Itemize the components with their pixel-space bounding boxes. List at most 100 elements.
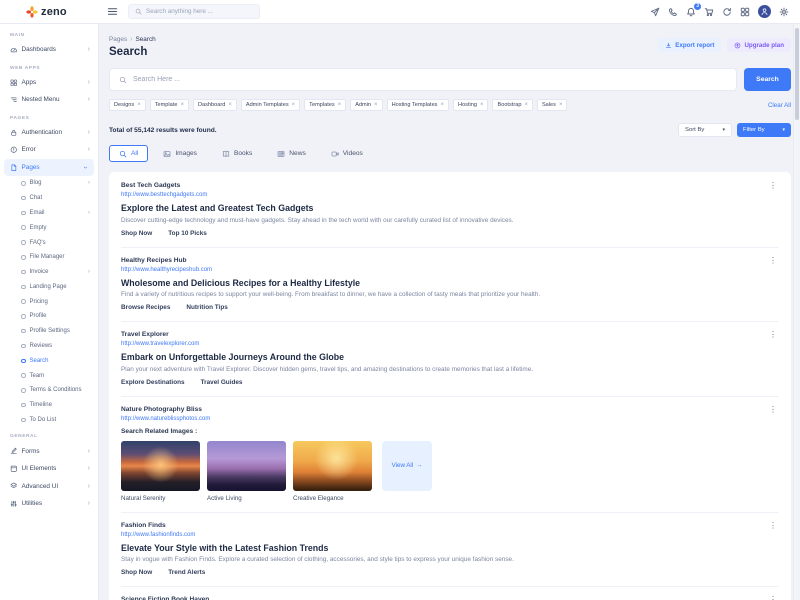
sidebar-subitem-file-manager[interactable]: File Manager xyxy=(0,250,98,265)
sidebar-subitem-reviews[interactable]: Reviews xyxy=(0,339,98,354)
search-button[interactable]: Search xyxy=(744,68,791,91)
result-link[interactable]: Travel Guides xyxy=(201,379,243,386)
remove-filter-icon[interactable]: × xyxy=(292,102,296,108)
filter-chip-templates[interactable]: Templates× xyxy=(304,99,346,111)
sidebar-subitem-blog[interactable]: Blog› xyxy=(0,176,98,191)
filter-chip-sales[interactable]: Sales× xyxy=(537,99,568,111)
filter-chip-admin[interactable]: Admin× xyxy=(350,99,382,111)
sidebar-item-pages[interactable]: Pages› xyxy=(4,159,94,177)
result-headline[interactable]: Elevate Your Style with the Latest Fashi… xyxy=(121,543,779,553)
sidebar-subitem-profile[interactable]: Profile xyxy=(0,309,98,324)
more-options-icon[interactable]: ⋮ xyxy=(767,406,779,414)
sidebar-subitem-chat[interactable]: Chat xyxy=(0,191,98,206)
result-link[interactable]: Browse Recipes xyxy=(121,304,170,311)
sidebar-subitem-invoice[interactable]: Invoice› xyxy=(0,265,98,280)
sidebar-item-authentication[interactable]: Authentication› xyxy=(0,124,98,142)
filter-chip-hosting-templates[interactable]: Hosting Templates× xyxy=(387,99,449,111)
tab-images[interactable]: Images xyxy=(153,145,207,162)
user-avatar[interactable] xyxy=(758,5,771,18)
sidebar-subitem-terms-conditions[interactable]: Terms & Conditions xyxy=(0,383,98,398)
sidebar-subitem-timeline[interactable]: Timeline xyxy=(0,398,98,413)
filter-chip-hosting[interactable]: Hosting× xyxy=(453,99,488,111)
sidebar-subitem-empty[interactable]: Empty xyxy=(0,220,98,235)
image-thumbnail[interactable] xyxy=(207,441,286,491)
view-all-button[interactable]: View All→ xyxy=(382,441,432,491)
sidebar-item-error[interactable]: Error› xyxy=(0,141,98,159)
tab-news[interactable]: News xyxy=(267,145,316,162)
result-link[interactable]: Trend Alerts xyxy=(168,569,205,576)
scrollbar-thumb[interactable] xyxy=(795,28,799,120)
sidebar-subitem-pricing[interactable]: Pricing xyxy=(0,294,98,309)
remove-filter-icon[interactable]: × xyxy=(228,102,232,108)
sidebar-subitem-profile-settings[interactable]: Profile Settings xyxy=(0,324,98,339)
remove-filter-icon[interactable]: × xyxy=(440,102,444,108)
sidebar-subitem-faq-s[interactable]: FAQ's xyxy=(0,235,98,250)
remove-filter-icon[interactable]: × xyxy=(374,102,378,108)
results-search-input[interactable] xyxy=(133,76,727,83)
result-link[interactable]: Shop Now xyxy=(121,569,152,576)
sidebar-item-nested-menu[interactable]: Nested Menu› xyxy=(0,91,98,109)
result-url[interactable]: http://www.fashionfinds.com xyxy=(121,532,779,538)
more-options-icon[interactable]: ⋮ xyxy=(767,182,779,190)
global-search-input[interactable] xyxy=(146,8,253,15)
sidebar-item-dashboards[interactable]: Dashboards› xyxy=(0,41,98,59)
image-thumbnail[interactable] xyxy=(293,441,372,491)
sidebar-subitem-landing-page[interactable]: Landing Page xyxy=(0,279,98,294)
filter-chip-template[interactable]: Template× xyxy=(150,99,189,111)
clear-all-filters[interactable]: Clear All xyxy=(768,102,791,109)
phone-icon[interactable] xyxy=(668,7,678,17)
menu-toggle-icon[interactable] xyxy=(107,6,118,17)
scrollbar[interactable] xyxy=(793,24,800,600)
result-url[interactable]: http://www.travelexplorer.com xyxy=(121,341,779,347)
result-headline[interactable]: Embark on Unforgettable Journeys Around … xyxy=(121,352,779,362)
logo[interactable]: zeno xyxy=(0,6,99,18)
sidebar-subitem-team[interactable]: Team xyxy=(0,368,98,383)
filter-chip-dashboard[interactable]: Dashboard× xyxy=(193,99,237,111)
result-image[interactable]: Active Living xyxy=(207,441,286,502)
sidebar-subitem-search[interactable]: Search xyxy=(0,353,98,368)
result-link[interactable]: Top 10 Picks xyxy=(168,230,207,237)
sidebar-subitem-email[interactable]: Email› xyxy=(0,206,98,221)
sidebar-item-utilities[interactable]: Utilities› xyxy=(0,495,98,513)
sidebar-item-advanced-ui[interactable]: Advanced UI› xyxy=(0,477,98,495)
more-options-icon[interactable]: ⋮ xyxy=(767,257,779,265)
gear-icon[interactable] xyxy=(779,7,789,17)
remove-filter-icon[interactable]: × xyxy=(559,102,563,108)
sidebar-item-forms[interactable]: Forms› xyxy=(0,442,98,460)
sort-by-button[interactable]: Sort By ▾ xyxy=(678,123,732,137)
upgrade-plan-button[interactable]: Upgrade plan xyxy=(727,38,791,52)
bell-icon[interactable]: 3 xyxy=(686,7,696,17)
remove-filter-icon[interactable]: × xyxy=(524,102,528,108)
result-url[interactable]: http://www.natureblissphotos.com xyxy=(121,416,779,422)
global-search[interactable] xyxy=(128,4,260,19)
send-icon[interactable] xyxy=(650,7,660,17)
results-search[interactable] xyxy=(109,68,737,91)
refresh-icon[interactable] xyxy=(722,7,732,17)
breadcrumb-pages[interactable]: Pages xyxy=(109,36,127,43)
result-link[interactable]: Shop Now xyxy=(121,230,152,237)
export-report-button[interactable]: Export report xyxy=(658,38,721,52)
remove-filter-icon[interactable]: × xyxy=(338,102,342,108)
result-image[interactable]: Creative Elegance xyxy=(293,441,372,502)
more-options-icon[interactable]: ⋮ xyxy=(767,596,779,600)
more-options-icon[interactable]: ⋮ xyxy=(767,522,779,530)
image-thumbnail[interactable] xyxy=(121,441,200,491)
result-link[interactable]: Nutrition Tips xyxy=(186,304,227,311)
sidebar-item-ui-elements[interactable]: UI Elements› xyxy=(0,460,98,478)
more-options-icon[interactable]: ⋮ xyxy=(767,331,779,339)
filter-chip-designs[interactable]: Designs× xyxy=(109,99,146,111)
tab-all[interactable]: All xyxy=(109,145,148,162)
tab-videos[interactable]: Videos xyxy=(321,145,373,162)
filter-chip-admin-templates[interactable]: Admin Templates× xyxy=(241,99,300,111)
result-url[interactable]: http://www.healthyrecipeshub.com xyxy=(121,267,779,273)
remove-filter-icon[interactable]: × xyxy=(137,102,141,108)
remove-filter-icon[interactable]: × xyxy=(180,102,184,108)
result-image[interactable]: Natural Serenity xyxy=(121,441,200,502)
tab-books[interactable]: Books xyxy=(212,145,262,162)
remove-filter-icon[interactable]: × xyxy=(480,102,484,108)
cart-icon[interactable] xyxy=(704,7,714,17)
result-headline[interactable]: Wholesome and Delicious Recipes for a He… xyxy=(121,278,779,288)
result-link[interactable]: Explore Destinations xyxy=(121,379,185,386)
sidebar-subitem-to-do-list[interactable]: To Do List xyxy=(0,413,98,428)
result-headline[interactable]: Explore the Latest and Greatest Tech Gad… xyxy=(121,203,779,213)
